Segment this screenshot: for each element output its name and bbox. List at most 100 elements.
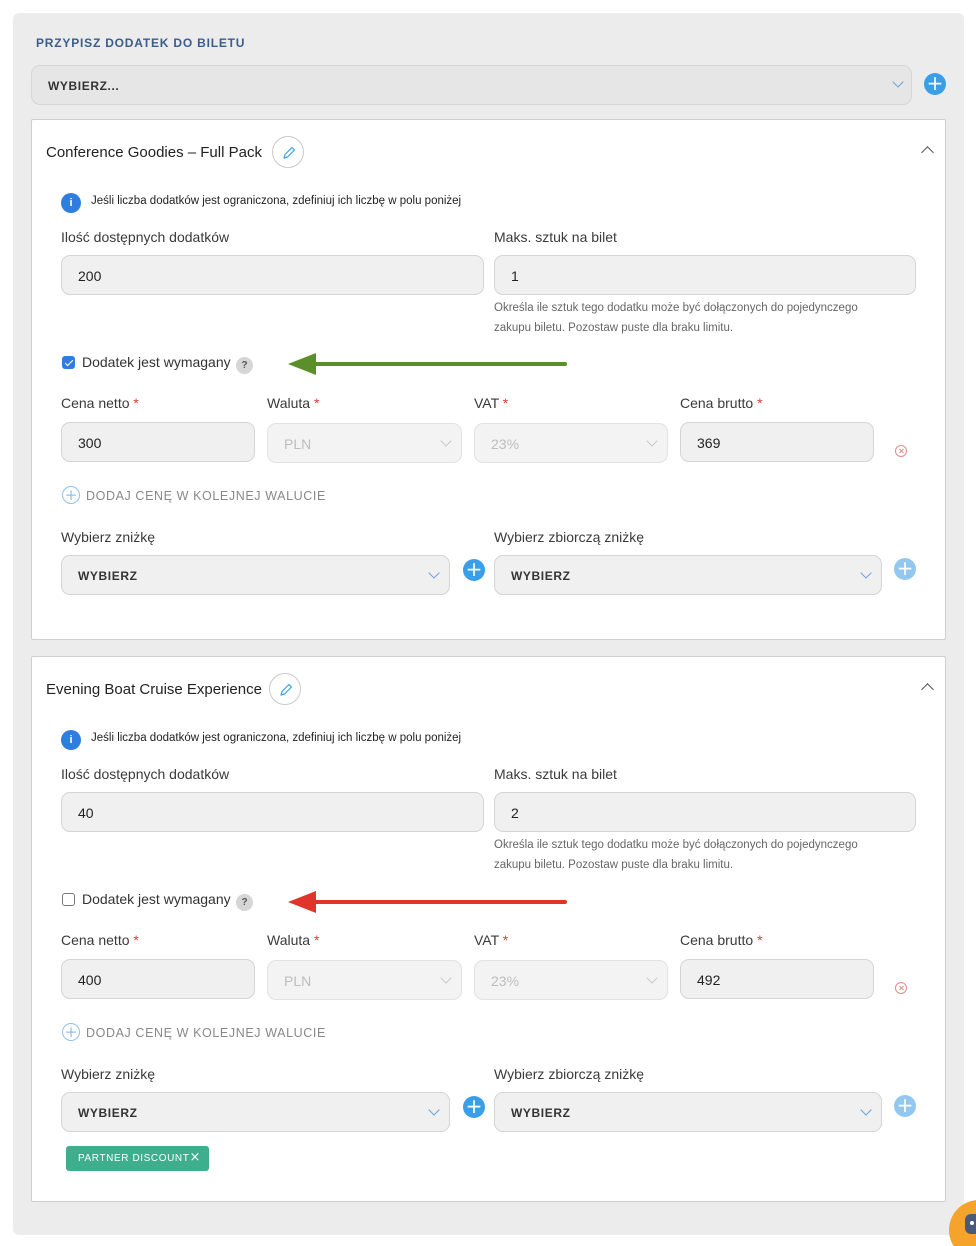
vat-value: 23%	[491, 436, 520, 452]
max-per-ticket-help: Określa ile sztuk tego dodatku może być …	[494, 298, 858, 338]
remove-price-icon[interactable]	[895, 982, 907, 994]
net-price-value: 400	[78, 972, 102, 988]
quantity-label: Ilość dostępnych dodatków	[61, 229, 230, 245]
required-mark: *	[757, 395, 763, 411]
max-per-ticket-help-line: Określa ile sztuk tego dodatku może być …	[494, 302, 858, 314]
discount-select[interactable]: WYBIERZ	[61, 555, 450, 595]
discount-label: Wybierz zniżkę	[61, 529, 156, 545]
currency-value: PLN	[284, 973, 312, 989]
chevron-down-icon	[428, 1104, 440, 1116]
net-price-value: 300	[78, 435, 102, 451]
max-per-ticket-help: Określa ile sztuk tego dodatku może być …	[494, 835, 858, 875]
info-icon: i	[61, 193, 81, 213]
gross-price-label-text: Cena brutto	[680, 395, 754, 411]
bulk-discount-value: WYBIERZ	[511, 1106, 571, 1120]
max-per-ticket-value: 2	[511, 805, 519, 821]
plus-circle-icon[interactable]: +	[62, 1023, 80, 1041]
add-bulk-discount-button[interactable]: +	[894, 1095, 916, 1117]
required-mark: *	[133, 932, 139, 948]
required-mark: *	[133, 395, 139, 411]
required-label: Dodatek jest wymagany	[82, 891, 231, 907]
addon-card: Conference Goodies – Full Pack i Jeśli l…	[31, 119, 946, 640]
bulk-discount-label: Wybierz zbiorczą zniżkę	[494, 1066, 645, 1082]
required-mark: *	[757, 932, 763, 948]
edit-addon-button[interactable]	[272, 136, 304, 168]
info-icon: i	[61, 730, 81, 750]
addon-title: Evening Boat Cruise Experience	[46, 681, 262, 698]
question-icon[interactable]: ?	[236, 357, 253, 374]
max-per-ticket-help-line: zakupu biletu. Pozostaw puste dla braku …	[494, 859, 734, 871]
left-arrow-icon	[288, 353, 567, 375]
gross-price-value: 369	[697, 435, 721, 451]
quantity-label: Ilość dostępnych dodatków	[61, 766, 230, 782]
max-per-ticket-label: Maks. sztuk na bilet	[494, 229, 617, 245]
discount-label: Wybierz zniżkę	[61, 1066, 156, 1082]
max-per-ticket-help-line: Określa ile sztuk tego dodatku może być …	[494, 839, 858, 851]
discount-value: WYBIERZ	[78, 1106, 138, 1120]
max-per-ticket-input[interactable]: 2	[494, 792, 916, 832]
add-currency-link[interactable]: DODAJ CENĘ W KOLEJNEJ WALUCIE	[86, 1026, 326, 1040]
gross-price-label-text: Cena brutto	[680, 932, 754, 948]
add-discount-button[interactable]: +	[463, 559, 485, 581]
bulk-discount-value: WYBIERZ	[511, 569, 571, 583]
chevron-down-icon	[860, 567, 872, 579]
edit-addon-button[interactable]	[269, 673, 301, 705]
question-icon[interactable]: ?	[236, 894, 253, 911]
quantity-value: 40	[78, 805, 94, 821]
plus-circle-icon[interactable]: +	[62, 486, 80, 504]
gross-price-input[interactable]: 369	[680, 422, 874, 462]
gross-price-input[interactable]: 492	[680, 959, 874, 999]
addon-card: Evening Boat Cruise Experience i Jeśli l…	[31, 656, 946, 1202]
quantity-value: 200	[78, 268, 102, 284]
currency-label: Waluta *	[267, 932, 319, 948]
currency-select[interactable]: PLN	[267, 960, 462, 1000]
add-currency-link[interactable]: DODAJ CENĘ W KOLEJNEJ WALUCIE	[86, 489, 326, 503]
currency-label: Waluta *	[267, 395, 319, 411]
chevron-down-icon	[646, 435, 658, 447]
add-addon-button[interactable]: +	[924, 73, 946, 95]
addon-select[interactable]: WYBIERZ...	[31, 65, 912, 105]
required-checkbox[interactable]	[62, 893, 75, 906]
close-icon[interactable]: ×	[190, 1150, 202, 1165]
addon-title: Conference Goodies – Full Pack	[46, 144, 262, 161]
quantity-input[interactable]: 200	[61, 255, 484, 295]
bulk-discount-label: Wybierz zbiorczą zniżkę	[494, 529, 645, 545]
required-mark: *	[313, 932, 320, 948]
add-discount-button[interactable]: +	[463, 1096, 485, 1118]
quantity-input[interactable]: 40	[61, 792, 484, 832]
discount-select[interactable]: WYBIERZ	[61, 1092, 450, 1132]
vat-label-text: VAT	[474, 932, 499, 948]
vat-select[interactable]: 23%	[474, 960, 668, 1000]
chevron-down-icon	[440, 435, 452, 447]
required-mark: *	[502, 395, 509, 411]
pencil-icon	[280, 683, 293, 696]
net-price-input[interactable]: 300	[61, 422, 255, 462]
vat-label-text: VAT	[474, 395, 499, 411]
gross-price-label: Cena brutto *	[680, 395, 763, 411]
discount-value: WYBIERZ	[78, 569, 138, 583]
add-bulk-discount-button[interactable]: +	[894, 558, 916, 580]
chevron-up-icon[interactable]	[921, 146, 934, 159]
vat-select[interactable]: 23%	[474, 423, 668, 463]
net-price-label-text: Cena netto	[61, 395, 130, 411]
required-checkbox[interactable]	[62, 356, 75, 369]
left-arrow-icon	[288, 891, 567, 913]
net-price-input[interactable]: 400	[61, 959, 255, 999]
chevron-up-icon[interactable]	[921, 683, 934, 696]
gross-price-value: 492	[697, 972, 721, 988]
net-price-label-text: Cena netto	[61, 932, 130, 948]
max-per-ticket-help-line: zakupu biletu. Pozostaw puste dla braku …	[494, 322, 734, 334]
chevron-down-icon	[892, 76, 904, 88]
info-text: Jeśli liczba dodatków jest ograniczona, …	[91, 732, 462, 744]
remove-price-icon[interactable]	[895, 445, 907, 457]
bulk-discount-select[interactable]: WYBIERZ	[494, 555, 882, 595]
vat-label: VAT *	[474, 932, 508, 948]
gross-price-label: Cena brutto *	[680, 932, 763, 948]
bulk-discount-select[interactable]: WYBIERZ	[494, 1092, 882, 1132]
info-text: Jeśli liczba dodatków jest ograniczona, …	[91, 195, 462, 207]
addon-select-value: WYBIERZ...	[48, 79, 120, 93]
currency-value: PLN	[284, 436, 312, 452]
required-mark: *	[502, 932, 509, 948]
max-per-ticket-input[interactable]: 1	[494, 255, 916, 295]
currency-select[interactable]: PLN	[267, 423, 462, 463]
